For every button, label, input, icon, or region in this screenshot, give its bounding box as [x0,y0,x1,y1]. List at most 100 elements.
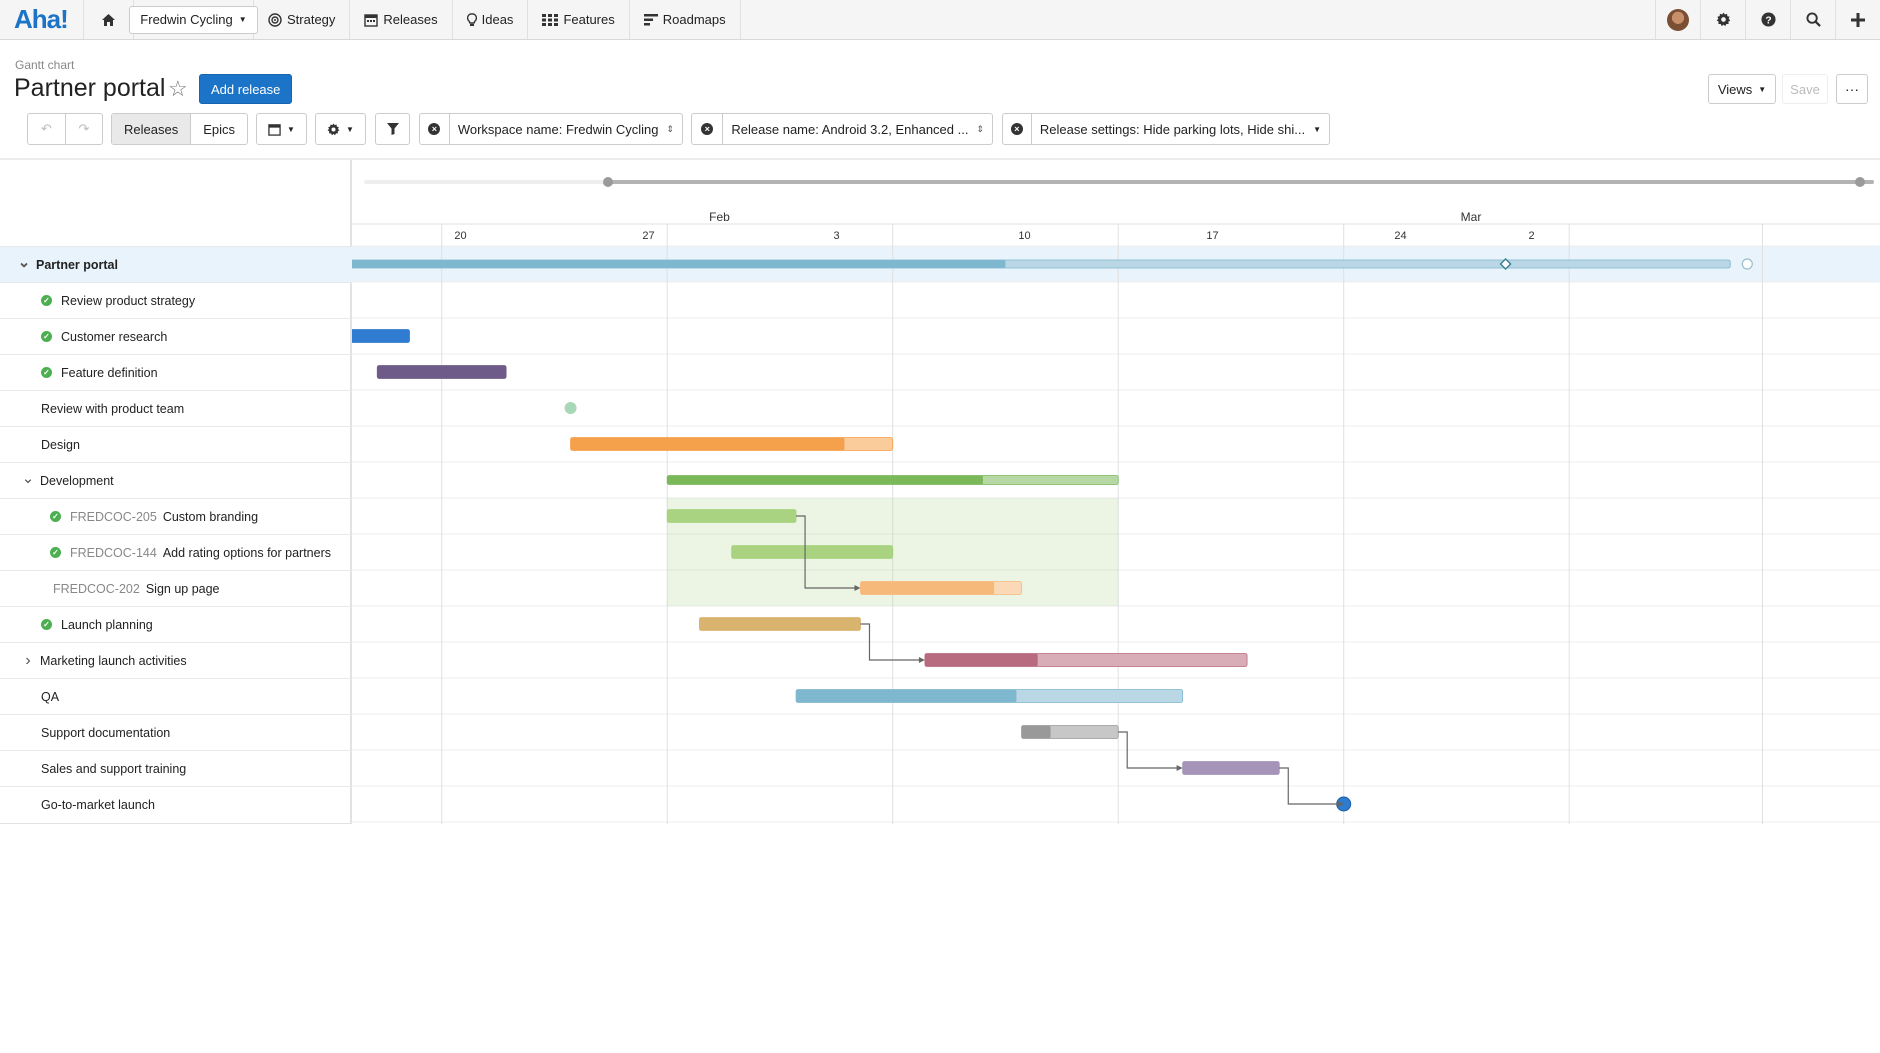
nav-right: ? [1655,0,1880,39]
gantt-row[interactable]: ✓ FREDCOC-205 Custom branding [0,498,352,534]
gantt-row[interactable]: ⌄ Partner portal [0,246,352,282]
feature-ref[interactable]: FREDCOC-205 [70,510,157,524]
nav-features-label: Features [563,12,615,27]
releases-toggle[interactable]: Releases [112,114,191,144]
search-button[interactable] [1790,0,1835,39]
gantt-row[interactable]: ✓ Customer research [0,318,352,354]
gantt-row-label[interactable]: Design [41,438,80,452]
nav-strategy-label: Strategy [287,12,336,27]
top-nav: Aha! Fredwin Cycling ▼ Strategy Releases… [0,0,1880,40]
home-button[interactable] [84,0,134,39]
chevron-down-icon: ▼ [346,124,354,134]
gantt-bar-progress [699,617,861,631]
user-menu[interactable] [1655,0,1700,39]
calendar-icon [364,13,379,27]
remove-filter-button[interactable]: × [692,114,724,144]
filter-icon [386,123,399,135]
gantt-row-label[interactable]: Review product strategy [61,294,195,308]
filter-workspace[interactable]: × Workspace name: Fredwin Cycling ⇕ [419,113,683,145]
feature-ref[interactable]: FREDCOC-202 [53,582,140,596]
gantt-row-label[interactable]: Feature definition [61,366,158,380]
gantt-row-label[interactable]: Sign up page [146,582,220,596]
nav-features[interactable]: Features [528,0,630,39]
week-label: 20 [454,230,466,242]
plus-icon [1851,12,1865,27]
filter-release-name-label: Release name: Android 3.2, Enhanced ... [731,121,969,137]
gantt-row[interactable]: ✓ Launch planning [0,606,352,642]
page-title: Partner portal [14,74,166,102]
week-label: 27 [642,230,654,242]
dependency-arrow [918,657,925,663]
add-button[interactable] [1835,0,1880,39]
gantt-row[interactable]: ⌄ Development [0,462,352,498]
filter-button[interactable] [375,113,410,145]
chevron-down-icon: ▼ [1313,124,1321,134]
gantt-row[interactable]: QA [0,678,352,714]
workspace-dropdown[interactable]: Fredwin Cycling ▼ [129,5,258,34]
remove-filter-button[interactable]: × [420,114,450,144]
filter-release-settings-label: Release settings: Hide parking lots, Hid… [1039,121,1306,137]
redo-button[interactable]: ↷ [64,114,102,144]
month-label: Feb [709,210,730,224]
add-release-button[interactable]: Add release [199,74,293,104]
release-end-marker [1741,258,1753,270]
svg-text:?: ? [1765,15,1771,26]
feature-ref[interactable]: FREDCOC-144 [70,546,157,560]
nav-ideas[interactable]: Ideas [453,0,529,39]
gantt-row-label[interactable]: Custom branding [163,510,258,524]
filter-release-settings[interactable]: × Release settings: Hide parking lots, H… [1002,113,1330,145]
views-dropdown[interactable]: Views ▼ [1708,74,1776,104]
date-range-dropdown[interactable]: ▼ [256,113,307,145]
filter-release-settings-text: Release settings: Hide parking lots, Hid… [1032,122,1329,137]
settings-dropdown[interactable]: ▼ [315,113,366,145]
gantt-row[interactable]: Sales and support training [0,750,352,786]
gantt-row-label[interactable]: Partner portal [36,258,118,272]
gantt-row-label[interactable]: Marketing launch activities [40,654,187,668]
breadcrumb[interactable]: Gantt chart [15,58,74,72]
gantt-row-label[interactable]: Sales and support training [41,762,186,776]
chevron-down-icon: ▼ [238,15,247,24]
lightbulb-icon [466,12,477,26]
gantt-row[interactable]: ✓ Feature definition [0,354,352,390]
star-icon[interactable]: ☆ [168,76,188,102]
gantt-row-label[interactable]: Go-to-market launch [41,798,155,812]
close-icon: × [1010,123,1023,135]
gantt-bar-progress [570,437,845,451]
gantt-row-label[interactable]: Review with product team [41,402,184,416]
more-button[interactable]: ··· [1836,74,1868,104]
chevron-right-icon[interactable]: › [22,652,34,670]
filter-workspace-label: Workspace name: Fredwin Cycling [457,121,659,137]
gantt-row-label[interactable]: Support documentation [41,726,170,740]
gantt-row-label[interactable]: Customer research [61,330,167,344]
gantt-bar-progress [860,581,995,595]
gantt-row[interactable]: Go-to-market launch [0,786,352,822]
gantt-row[interactable]: FREDCOC-202 Sign up page [0,570,352,606]
gantt-row[interactable]: ✓ FREDCOC-144 Add rating options for partn… [0,534,352,570]
remove-filter-button[interactable]: × [1003,114,1032,144]
help-button[interactable]: ? [1745,0,1790,39]
chevron-down-icon[interactable]: ⌄ [18,253,31,271]
gantt-row[interactable]: Review with product team [0,390,352,426]
aha-logo[interactable]: Aha! [0,0,84,39]
filter-release-name-text: Release name: Android 3.2, Enhanced ... … [723,122,992,137]
nav-strategy[interactable]: Strategy [254,0,351,39]
gantt-row-label[interactable]: Add rating options for partners [163,546,331,560]
gantt-row-label[interactable]: QA [41,690,59,704]
gantt-row[interactable]: Support documentation [0,714,352,750]
undo-button[interactable]: ↶ [28,114,65,144]
filter-release-name[interactable]: × Release name: Android 3.2, Enhanced ..… [691,113,993,145]
gantt-row-label[interactable]: Launch planning [61,618,153,632]
save-button[interactable]: Save [1782,74,1828,104]
nav-releases[interactable]: Releases [350,0,453,39]
check-icon: ✓ [41,331,52,342]
dependency-arrow [1176,765,1183,771]
gantt-row-label[interactable]: Development [40,474,114,488]
gantt-row[interactable]: ✓ Review product strategy [0,282,352,318]
nav-roadmaps[interactable]: Roadmaps [630,0,741,39]
sort-icon: ⇕ [976,123,984,134]
epics-toggle[interactable]: Epics [190,114,247,144]
gantt-row[interactable]: Design [0,426,352,462]
settings-button[interactable] [1700,0,1745,39]
chevron-down-icon[interactable]: ⌄ [22,469,35,487]
gantt-row[interactable]: › Marketing launch activities [0,642,352,678]
